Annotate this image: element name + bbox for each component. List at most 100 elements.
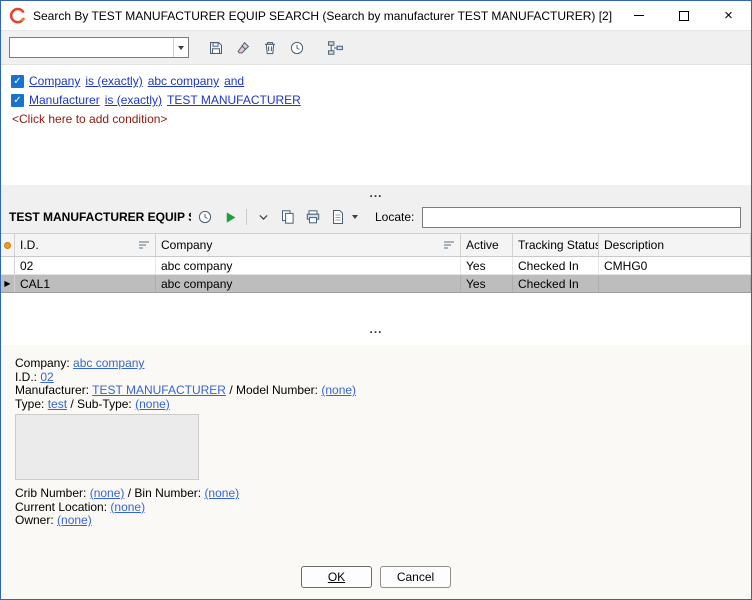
print-button[interactable] [302, 206, 324, 228]
chevron-down-icon [178, 46, 184, 50]
condition-field-link[interactable]: Manufacturer [29, 93, 100, 107]
expand-results-button[interactable] [252, 206, 274, 228]
copy-results-button[interactable] [277, 206, 299, 228]
detail-subtype-label: / Sub-Type: [70, 397, 131, 411]
report-document-icon [330, 209, 346, 225]
history-clock-icon [197, 209, 213, 225]
cell-tracking-status[interactable]: Checked In [513, 257, 599, 274]
divider [246, 209, 247, 225]
condition-field-link[interactable]: Company [29, 74, 80, 88]
results-history-button[interactable] [194, 206, 216, 228]
copy-icon [280, 209, 296, 225]
cell-tracking-status[interactable]: Checked In [513, 275, 599, 292]
grid-key-column-header[interactable] [1, 234, 15, 256]
maximize-icon [679, 11, 689, 21]
title-bar: Search By TEST MANUFACTURER EQUIP SEARCH… [1, 1, 751, 31]
detail-id-label: I.D.: [15, 370, 37, 384]
row-marker-cell [1, 257, 15, 274]
cancel-button[interactable]: Cancel [380, 566, 451, 588]
run-play-icon [223, 210, 238, 225]
detail-subtype-link[interactable]: (none) [135, 397, 170, 411]
search-history-button[interactable] [286, 37, 308, 59]
cell-id[interactable]: CAL1 [15, 275, 156, 292]
condition-operator-link[interactable]: is (exactly) [85, 74, 142, 88]
detail-company-line: Company: abc company [15, 357, 739, 371]
column-header-id[interactable]: I.D. [15, 234, 156, 256]
dialog-footer: OK Cancel [1, 555, 751, 599]
cell-description[interactable] [599, 275, 751, 292]
clear-search-button[interactable] [232, 37, 254, 59]
ok-button[interactable]: OK [301, 566, 372, 588]
add-condition-link[interactable]: <Click here to add condition> [12, 112, 741, 126]
detail-manufacturer-link[interactable]: TEST MANUFACTURER [92, 383, 226, 397]
locate-input[interactable] [422, 207, 741, 228]
sort-icon [443, 240, 455, 250]
cell-active[interactable]: Yes [461, 275, 513, 292]
key-marker-icon [4, 242, 11, 249]
splitter-grip-middle[interactable]: ... [1, 293, 751, 345]
detail-crib-label: Crib Number: [15, 486, 86, 500]
detail-type-link[interactable]: test [48, 397, 67, 411]
detail-bin-label: / Bin Number: [128, 486, 201, 500]
delete-trash-icon [262, 40, 278, 56]
maximize-button[interactable] [661, 1, 706, 30]
report-button[interactable] [327, 206, 349, 228]
delete-search-button[interactable] [259, 37, 281, 59]
column-header-active[interactable]: Active [461, 234, 513, 256]
close-icon: × [724, 8, 733, 23]
conditions-panel: ✓ Company is (exactly) abc company and ✓… [1, 64, 751, 185]
minimize-button[interactable] [616, 1, 661, 30]
cell-company[interactable]: abc company [156, 257, 461, 274]
print-icon [305, 209, 321, 225]
detail-owner-label: Owner: [15, 513, 54, 527]
item-image-placeholder [15, 414, 199, 480]
cell-description[interactable]: CMHG0 [599, 257, 751, 274]
detail-crib-link[interactable]: (none) [90, 486, 125, 500]
run-search-button[interactable] [219, 206, 241, 228]
condition-checkbox[interactable]: ✓ [11, 94, 24, 107]
cancel-button-label: Cancel [397, 570, 434, 584]
saved-search-combobox[interactable] [9, 37, 189, 58]
minimize-icon [634, 15, 644, 16]
column-header-description[interactable]: Description [599, 234, 751, 256]
report-menu-caret-icon[interactable] [352, 215, 358, 219]
ok-button-label: OK [328, 570, 345, 584]
detail-company-link[interactable]: abc company [73, 356, 144, 370]
condition-value-link[interactable]: abc company [148, 74, 219, 88]
cell-id[interactable]: 02 [15, 257, 156, 274]
close-button[interactable]: × [706, 1, 751, 30]
condition-operator-link[interactable]: is (exactly) [105, 93, 162, 107]
condition-value-link[interactable]: TEST MANUFACTURER [167, 93, 301, 107]
saved-search-input[interactable] [10, 38, 173, 57]
condition-conjunction-link[interactable]: and [224, 74, 244, 88]
detail-crib-line: Crib Number: (none) / Bin Number: (none) [15, 487, 739, 501]
detail-bin-link[interactable]: (none) [204, 486, 239, 500]
detail-id-link[interactable]: 02 [40, 370, 53, 384]
search-hierarchy-button[interactable] [324, 37, 346, 59]
save-search-button[interactable] [205, 37, 227, 59]
row-marker-cell: ▶ [1, 275, 15, 292]
column-header-label: Description [604, 238, 664, 252]
table-row[interactable]: 02 abc company Yes Checked In CMHG0 [1, 257, 751, 275]
window-controls: × [616, 1, 751, 30]
condition-row: ✓ Manufacturer is (exactly) TEST MANUFAC… [11, 91, 741, 109]
table-row-selected[interactable]: ▶ CAL1 abc company Yes Checked In [1, 275, 751, 293]
column-header-tracking-status[interactable]: Tracking Status [513, 234, 599, 256]
column-header-company[interactable]: Company [156, 234, 461, 256]
combobox-dropdown-button[interactable] [173, 38, 188, 57]
locate-label: Locate: [375, 210, 414, 224]
detail-company-label: Company: [15, 356, 70, 370]
cell-company[interactable]: abc company [156, 275, 461, 292]
splitter-grip-top[interactable]: ... [1, 185, 751, 201]
detail-type-line: Type: test / Sub-Type: (none) [15, 398, 739, 412]
search-toolbar [1, 31, 751, 64]
cell-active[interactable]: Yes [461, 257, 513, 274]
detail-model-link[interactable]: (none) [321, 383, 356, 397]
detail-owner-link[interactable]: (none) [57, 513, 92, 527]
grid-header-row: I.D. Company Active Tracking Status Desc… [1, 234, 751, 257]
column-header-label: I.D. [20, 238, 39, 252]
column-header-label: Company [161, 238, 212, 252]
detail-location-link[interactable]: (none) [110, 500, 145, 514]
column-header-label: Active [466, 238, 499, 252]
condition-checkbox[interactable]: ✓ [11, 75, 24, 88]
